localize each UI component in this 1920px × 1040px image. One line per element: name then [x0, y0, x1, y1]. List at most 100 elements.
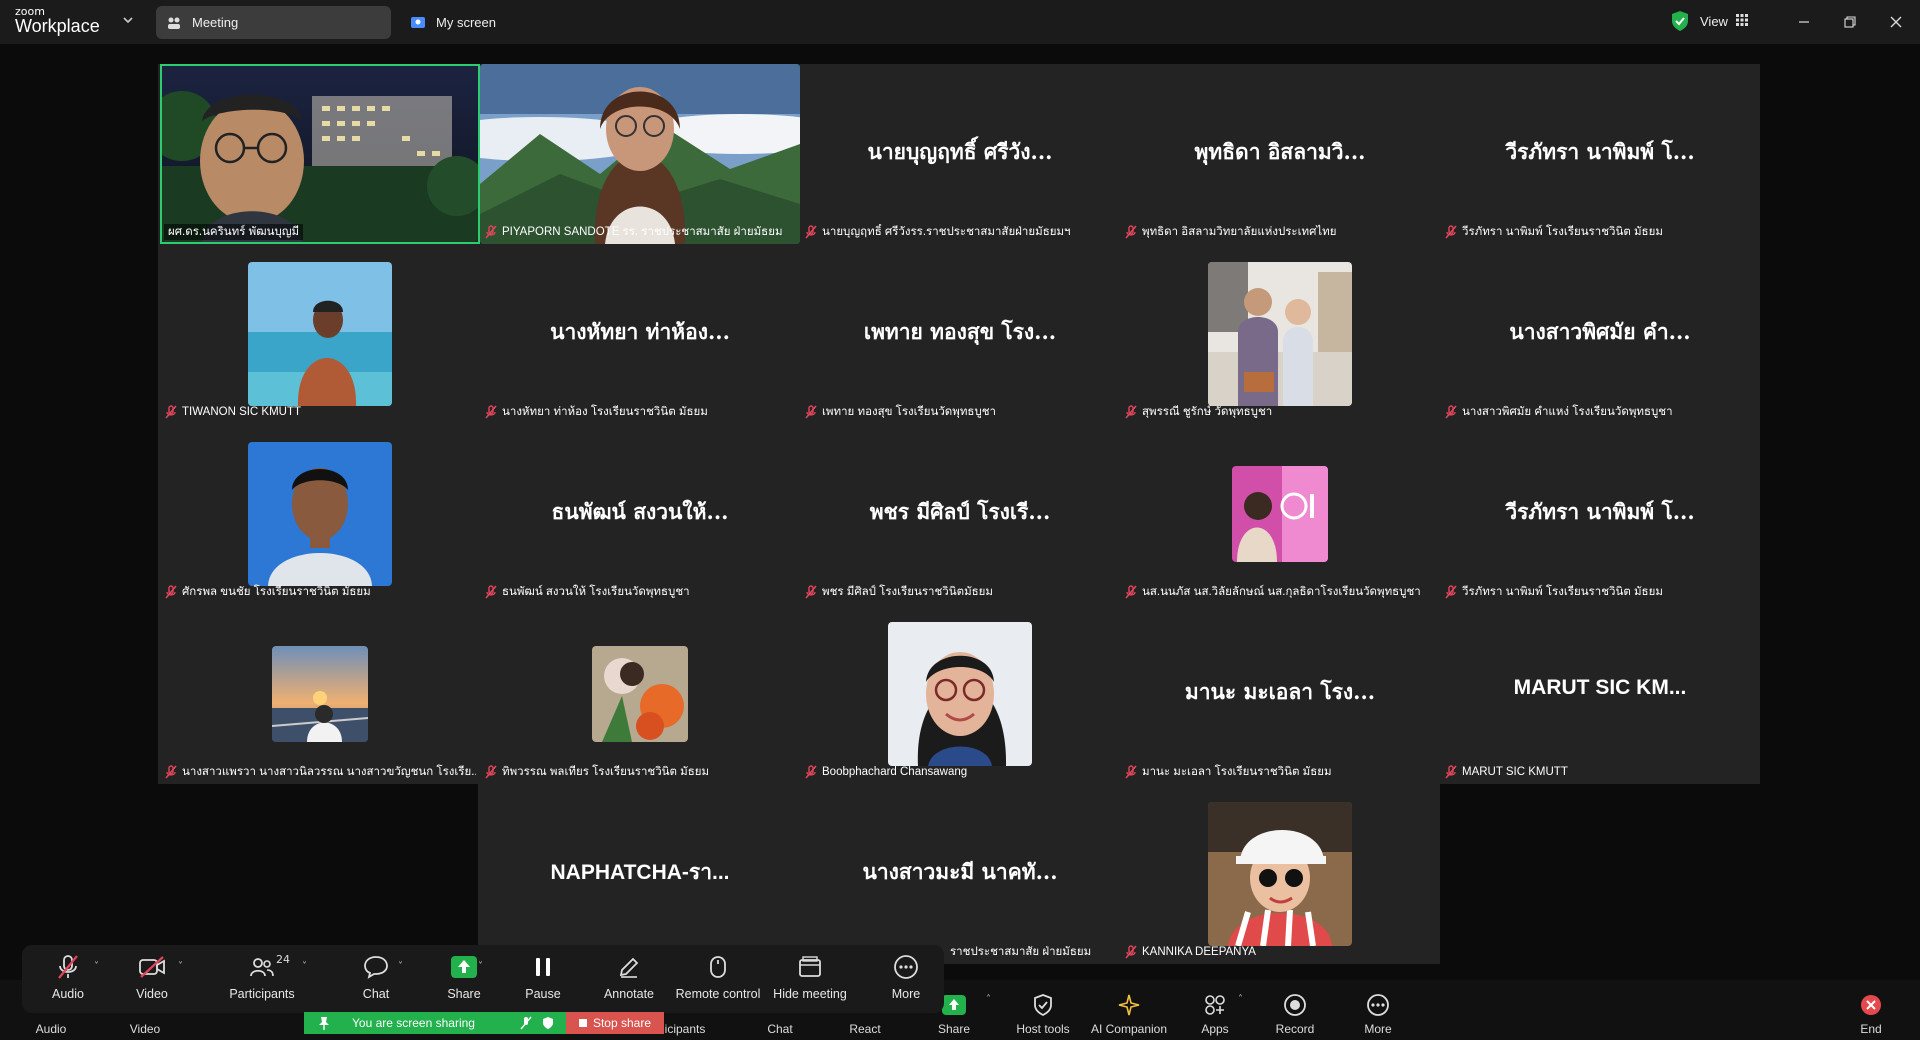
more-icon [892, 953, 920, 981]
end-icon [1858, 992, 1884, 1018]
window-icon [796, 953, 824, 981]
chevron-down-icon[interactable]: ˅ [398, 961, 403, 972]
mic-muted-icon [804, 585, 818, 599]
participant-tile[interactable]: MARUT SIC KM... MARUT SIC KMUTT [1440, 604, 1760, 784]
participant-tile[interactable]: ทิพวรรณ พลเทียร โรงเรียนราชวินิต มัธยม [480, 604, 800, 784]
tab-meeting[interactable]: Meeting [156, 6, 391, 39]
participant-tile[interactable]: มานะ มะเอลา โรง... มานะ มะเอลา โรงเรียนร… [1120, 604, 1440, 784]
mic-muted-icon [1444, 585, 1458, 599]
participant-tile[interactable]: วีรภัทรา นาพิมพ์ โ... วีรภัทรา นาพิมพ์ โ… [1440, 64, 1760, 244]
chevron-down-icon[interactable]: ˅ [178, 961, 183, 972]
audio-button[interactable]: Audio [44, 953, 92, 1011]
participant-display-name: นางสาวพิศมัย คำ... [1509, 319, 1691, 344]
record-label: Record [1275, 1022, 1315, 1036]
participant-tile[interactable]: PIYAPORN SANDOTE รร. ราชประชาสมาสัย ฝ่าย… [480, 64, 800, 244]
participant-count: 24 [276, 953, 290, 966]
host-tools-button[interactable]: Host tools [998, 980, 1088, 1040]
mouse-icon [704, 953, 732, 981]
participant-tile[interactable]: ธนพัฒน์ สงวนให้... ธนพัฒน์ สงวนให้ โรงเร… [480, 424, 800, 604]
hide-meeting-label: Hide meeting [773, 987, 847, 1001]
participants-button[interactable]: Participants [222, 953, 302, 1011]
participant-tile[interactable]: ผศ.ดร.นครินทร์ พัฒนบุญมี [160, 64, 480, 244]
participant-avatar [248, 262, 392, 406]
mic-muted-icon [1124, 765, 1138, 779]
participant-display-name: วีรภัทรา นาพิมพ์ โ... [1505, 499, 1695, 524]
more-button[interactable]: More [1333, 980, 1423, 1040]
annotate-button[interactable]: Annotate [594, 953, 664, 1011]
tab-my-screen[interactable]: My screen [400, 6, 520, 39]
participant-tile[interactable]: Boobphachard Chansawang [800, 604, 1120, 784]
remote-control-label: Remote control [675, 987, 761, 1001]
participant-tile[interactable]: นส.นนภัส นส.วิลัยลักษณ์ นส.กุลธิดาโรงเรี… [1120, 424, 1440, 604]
annotate-label: Annotate [603, 987, 655, 1001]
chat-icon [362, 953, 390, 981]
mic-muted-icon [804, 225, 818, 239]
remote-control-button[interactable]: Remote control [670, 953, 766, 1011]
end-button[interactable]: End [1826, 980, 1916, 1040]
zoom-window: zoom Workplace Meeting My screen View ผศ… [0, 0, 1920, 1040]
zoom-logo: zoom Workplace [15, 6, 100, 35]
chevron-up-icon[interactable]: ˄ [1238, 994, 1243, 1005]
pause-share-button[interactable]: Pause [518, 953, 568, 1011]
participant-name: มานะ มะเอลา โรงเรียนราชวินิต มัธยม [1124, 764, 1436, 780]
chevron-down-icon[interactable]: ˅ [478, 961, 483, 972]
chevron-down-icon[interactable]: ˅ [94, 961, 99, 972]
sharing-status-bar[interactable]: You are screen sharing [304, 1012, 566, 1034]
participant-tile[interactable]: นางสาวแพรวา นางสาวนิลวรรณ นางสาวขวัญชนก … [160, 604, 480, 784]
participant-tile[interactable]: เพทาย ทองสุข โรง... เพทาย ทองสุข โรงเรีย… [800, 244, 1120, 424]
participant-tile[interactable]: KANNIKA DEEPANYA [1120, 784, 1440, 964]
participant-tile[interactable]: NAPHATCHA-รา... [480, 784, 800, 964]
mic-muted-icon [1124, 945, 1138, 959]
stop-share-button[interactable]: Stop share [566, 1012, 664, 1034]
audio-label: Audio [35, 1022, 67, 1036]
security-shield-icon[interactable] [1670, 10, 1690, 32]
chevron-down-icon[interactable] [122, 14, 136, 28]
participant-tile[interactable]: นางสาวมะมี นาคทั... ราชประชาสมาสัย ฝ่ายม… [800, 784, 1120, 964]
mic-muted-icon [804, 765, 818, 779]
share-icon [941, 992, 967, 1018]
participant-tile[interactable]: วีรภัทรา นาพิมพ์ โ... วีรภัทรา นาพิมพ์ โ… [1440, 424, 1760, 604]
video-button[interactable]: Video [128, 953, 176, 1011]
view-label: View [1700, 13, 1728, 29]
participant-avatar [1208, 802, 1352, 946]
mic-muted-icon [1124, 405, 1138, 419]
participant-tile[interactable]: พชร มีศิลป์ โรงเรี... พชร มีศิลป์ โรงเรี… [800, 424, 1120, 604]
participant-avatar [248, 442, 392, 586]
participant-tile[interactable]: TIWANON SIC KMUTT [160, 244, 480, 424]
participant-tile[interactable]: ศักรพล ขนชัย โรงเรียนราชวินิต มัธยม [160, 424, 480, 604]
hide-meeting-button[interactable]: Hide meeting [766, 953, 854, 1011]
view-button[interactable]: View [1700, 8, 1748, 34]
participant-name: วีรภัทรา นาพิมพ์ โรงเรียนราชวินิต มัธยม [1444, 224, 1756, 240]
ai-companion-button[interactable]: AI Companion [1084, 980, 1174, 1040]
participant-tile[interactable]: พุทธิดา อิสลามวิ... พุทธิดา อิสลามวิทยาล… [1120, 64, 1440, 244]
mic-off-icon [54, 953, 82, 981]
participant-display-name: ธนพัฒน์ สงวนให้... [551, 499, 729, 524]
restore-icon[interactable] [1828, 0, 1872, 44]
participant-name: นส.นนภัส นส.วิลัยลักษณ์ นส.กุลธิดาโรงเรี… [1124, 584, 1436, 600]
more-button[interactable]: More [882, 953, 930, 1011]
minimize-icon[interactable] [1782, 0, 1826, 44]
chat-button[interactable]: Chat [352, 953, 400, 1011]
record-button[interactable]: Record [1250, 980, 1340, 1040]
share-label: Share [447, 987, 481, 1001]
participant-name: นายบุญฤทธิ์ ศรีวังรร.ราชประชาสมาสัยฝ่ายม… [804, 224, 1116, 240]
participant-display-name: เพทาย ทองสุข โรง... [863, 319, 1057, 344]
participant-avatar [1208, 262, 1352, 406]
sharing-status-text: You are screen sharing [352, 1016, 475, 1030]
host-tools-label: Host tools [1016, 1022, 1070, 1036]
participant-name: ราชประชาสมาสัย ฝ่ายมัธยม [950, 946, 1092, 958]
participant-tile[interactable]: นายบุญฤทธิ์ ศรีวัง... นายบุญฤทธิ์ ศรีวัง… [800, 64, 1120, 244]
apps-button[interactable]: Apps [1170, 980, 1260, 1040]
close-icon[interactable] [1874, 0, 1918, 44]
participant-tile[interactable]: นางหัทยา ท่าห้อง... นางหัทยา ท่าห้อง โรง… [480, 244, 800, 424]
mic-muted-icon [1124, 585, 1138, 599]
participant-tile[interactable]: สุพรรณี ชูรักษ์ วัดพุทธบูชา [1120, 244, 1440, 424]
participant-video [480, 64, 800, 244]
share-icon [450, 953, 478, 981]
participant-display-name: นางหัทยา ท่าห้อง... [550, 319, 730, 344]
participant-display-name: มานะ มะเอลา โรง... [1184, 679, 1376, 704]
participant-name: Boobphachard Chansawang [804, 764, 1116, 780]
chevron-down-icon[interactable]: ˅ [302, 961, 307, 972]
participant-tile[interactable]: นางสาวพิศมัย คำ... นางสาวพิศมัย คำแหง่ โ… [1440, 244, 1760, 424]
chevron-up-icon[interactable]: ˄ [986, 994, 991, 1005]
